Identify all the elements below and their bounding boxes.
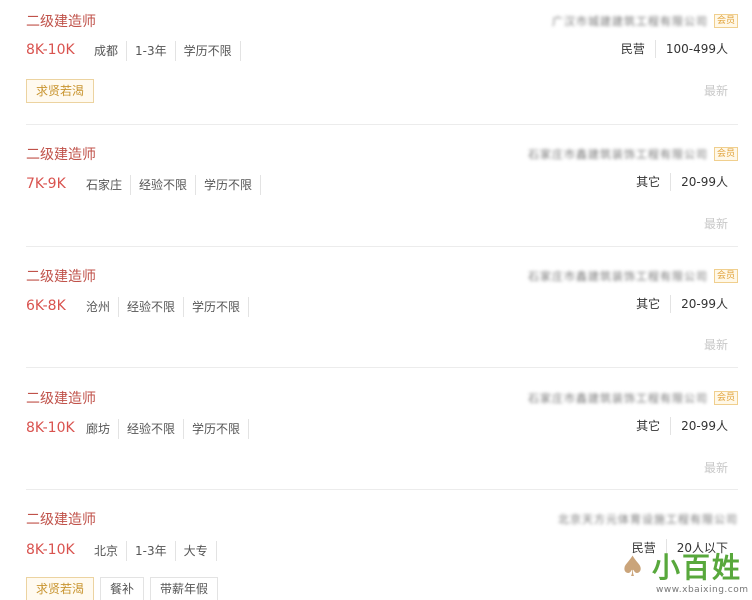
benefit-tag: 求贤若渴 bbox=[26, 577, 95, 600]
company-size: 20-99人 bbox=[681, 175, 728, 189]
company-meta: 其它 20-99人 bbox=[626, 173, 728, 191]
tag-experience: 经验不限 bbox=[131, 175, 197, 195]
member-badge: 会员 bbox=[713, 391, 738, 405]
tag-location: 石家庄 bbox=[78, 175, 132, 195]
member-badge: 会员 bbox=[713, 269, 738, 283]
member-badge: 会员 bbox=[713, 14, 738, 28]
company-name[interactable]: 广汉市城建建筑工程有限公司 bbox=[552, 13, 708, 29]
mascot-icon: ♠ bbox=[620, 550, 646, 583]
posted-time: 最新 bbox=[703, 338, 728, 352]
tag-experience: 经验不限 bbox=[119, 419, 185, 439]
job-title[interactable]: 二级建造师 bbox=[26, 266, 96, 286]
company-size: 20-99人 bbox=[681, 297, 728, 311]
company-size: 20-99人 bbox=[681, 419, 728, 433]
company-name[interactable]: 石家庄市鑫建筑装饰工程有限公司 bbox=[528, 390, 708, 406]
salary: 8K-10K bbox=[26, 542, 75, 558]
posted-time: 最新 bbox=[703, 84, 728, 98]
benefit-tags: 求贤若渴 bbox=[26, 79, 95, 103]
job-card[interactable]: 二级建造师 石家庄市鑫建筑装饰工程有限公司 会员 8K-10K 廊坊 经验不限 … bbox=[0, 368, 752, 489]
job-card[interactable]: 二级建造师 广汉市城建建筑工程有限公司 会员 8K-10K 成都 1-3年 学历… bbox=[0, 0, 752, 124]
posted-time: 最新 bbox=[703, 461, 728, 475]
company-type: 其它 bbox=[626, 295, 672, 313]
job-tags: 成都 1-3年 学历不限 bbox=[86, 41, 241, 61]
watermark-logo: ♠ 小百姓 www.xbaixing.com bbox=[616, 546, 752, 600]
posted-time: 最新 bbox=[703, 217, 728, 231]
job-card[interactable]: 二级建造师 石家庄市鑫建筑装饰工程有限公司 会员 7K-9K 石家庄 经验不限 … bbox=[0, 125, 752, 246]
company-type: 其它 bbox=[626, 417, 672, 435]
job-tags: 石家庄 经验不限 学历不限 bbox=[78, 175, 262, 195]
member-badge: 会员 bbox=[713, 147, 738, 161]
tag-location: 沧州 bbox=[78, 297, 120, 317]
tag-education: 学历不限 bbox=[184, 419, 250, 439]
benefit-tag: 求贤若渴 bbox=[26, 79, 95, 103]
tag-location: 廊坊 bbox=[78, 419, 120, 439]
job-title[interactable]: 二级建造师 bbox=[26, 11, 96, 31]
salary: 8K-10K bbox=[26, 420, 75, 436]
salary: 8K-10K bbox=[26, 42, 75, 58]
company-name[interactable]: 石家庄市鑫建筑装饰工程有限公司 bbox=[528, 268, 708, 284]
salary: 7K-9K bbox=[26, 176, 66, 192]
tag-experience: 1-3年 bbox=[127, 541, 176, 561]
job-tags: 北京 1-3年 大专 bbox=[86, 541, 217, 561]
watermark-brand: 小百姓 bbox=[652, 551, 743, 584]
company-type: 其它 bbox=[626, 173, 672, 191]
company-name[interactable]: 石家庄市鑫建筑装饰工程有限公司 bbox=[528, 146, 708, 162]
tag-education: 学历不限 bbox=[176, 41, 241, 61]
company-size: 100-499人 bbox=[665, 42, 728, 56]
tag-location: 成都 bbox=[86, 41, 128, 61]
benefit-tag: 带薪年假 bbox=[150, 577, 219, 600]
tag-education: 学历不限 bbox=[196, 175, 262, 195]
salary: 6K-8K bbox=[26, 298, 66, 314]
job-tags: 沧州 经验不限 学历不限 bbox=[78, 297, 250, 317]
tag-experience: 经验不限 bbox=[119, 297, 185, 317]
company-meta: 其它 20-99人 bbox=[626, 295, 728, 313]
watermark-url: www.xbaixing.com bbox=[656, 585, 749, 595]
company-meta: 民营 100-499人 bbox=[611, 40, 728, 58]
benefit-tag: 餐补 bbox=[100, 577, 145, 600]
benefit-tags: 求贤若渴 餐补 带薪年假 bbox=[26, 577, 219, 600]
tag-education: 大专 bbox=[176, 541, 217, 561]
company-type: 民营 bbox=[611, 40, 656, 58]
tag-location: 北京 bbox=[86, 541, 128, 561]
tag-education: 学历不限 bbox=[184, 297, 250, 317]
company-meta: 其它 20-99人 bbox=[626, 417, 728, 435]
job-card[interactable]: 二级建造师 石家庄市鑫建筑装饰工程有限公司 会员 6K-8K 沧州 经验不限 学… bbox=[0, 247, 752, 367]
job-tags: 廊坊 经验不限 学历不限 bbox=[78, 419, 250, 439]
tag-experience: 1-3年 bbox=[127, 41, 176, 61]
job-title[interactable]: 二级建造师 bbox=[26, 509, 96, 529]
job-title[interactable]: 二级建造师 bbox=[26, 388, 96, 408]
company-name[interactable]: 北京天方元体育设施工程有限公司 bbox=[558, 511, 738, 527]
job-title[interactable]: 二级建造师 bbox=[26, 144, 96, 164]
